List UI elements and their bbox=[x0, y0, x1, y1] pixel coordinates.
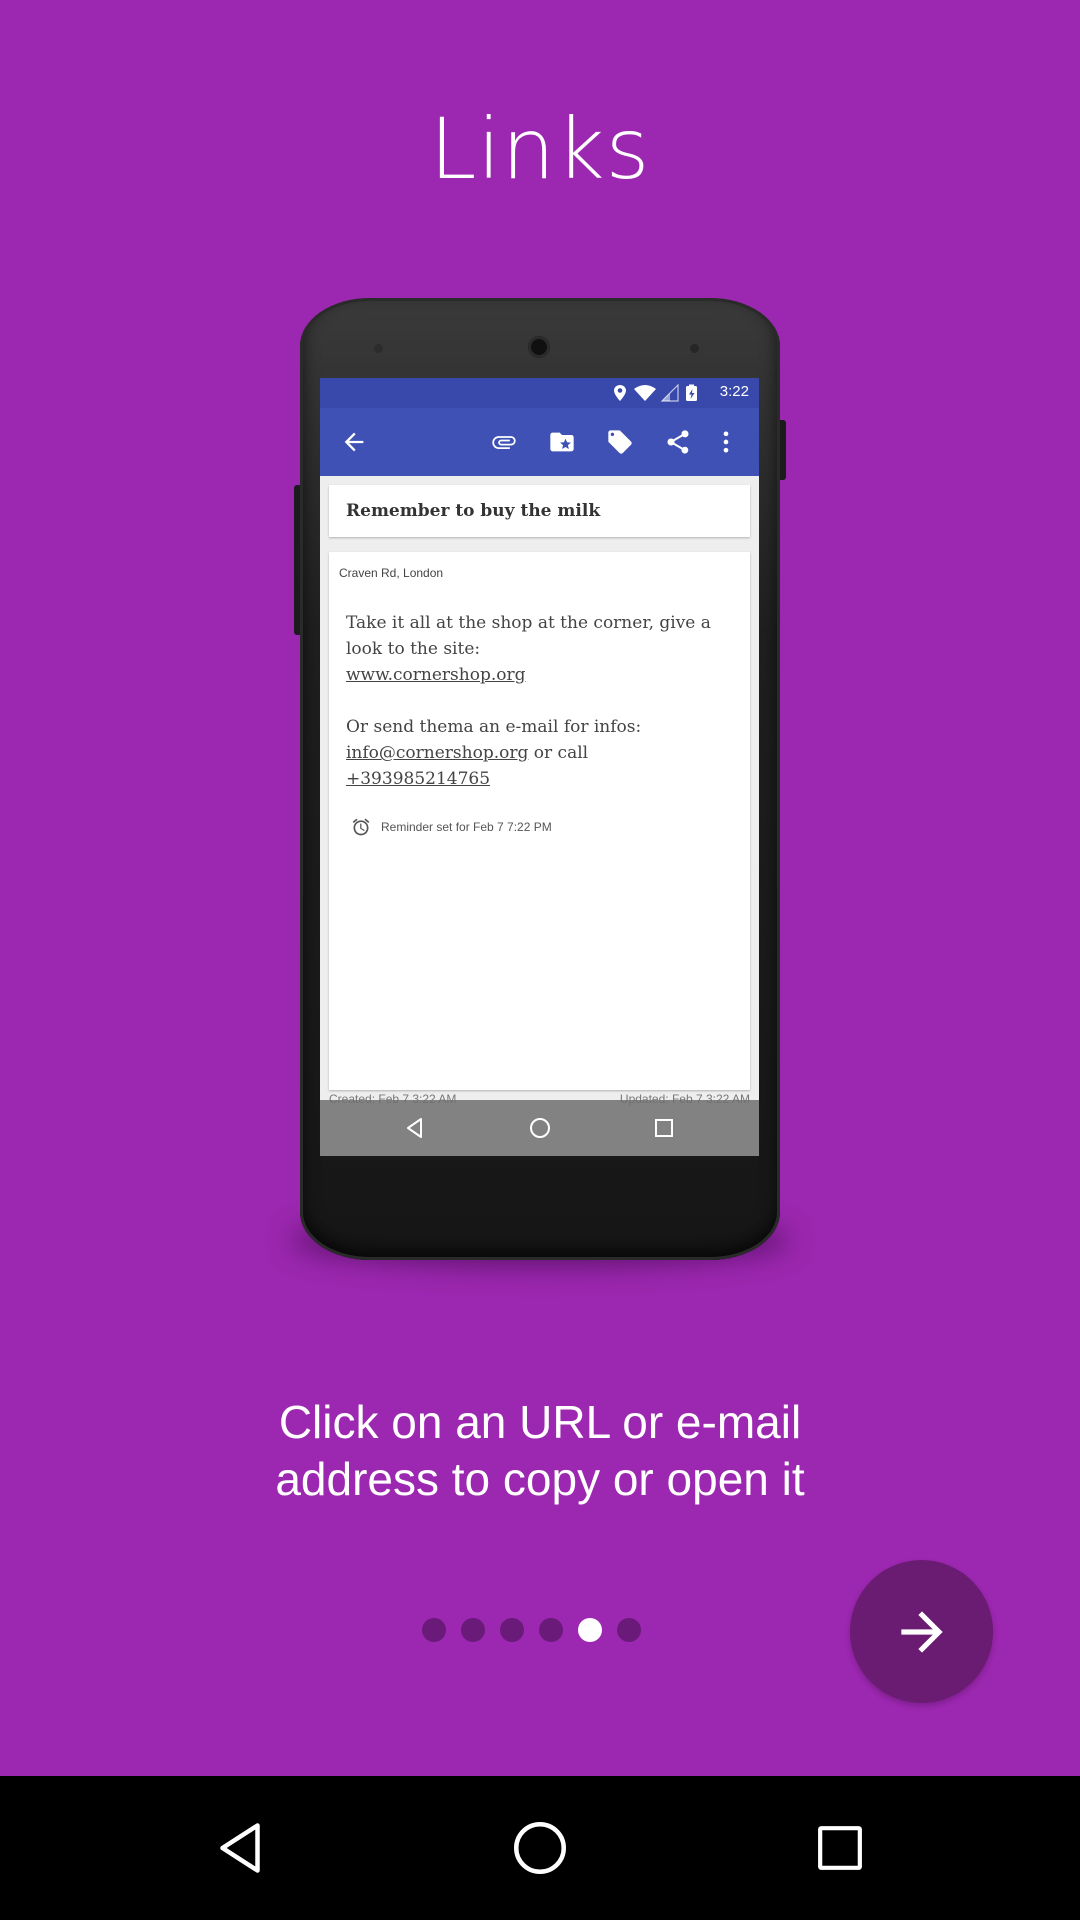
device-status-time: 3:22 bbox=[719, 383, 749, 400]
note-body-card: Craven Rd, London Take it all at the sho… bbox=[329, 552, 750, 1090]
caption-line: address to copy or open it bbox=[275, 1453, 805, 1505]
phone-camera bbox=[528, 336, 550, 358]
email-link: info@cornershop.org bbox=[346, 743, 529, 763]
onboarding-page: Links 3:22 Remember to buy the milk Crav… bbox=[0, 0, 1080, 1776]
phone-sensor bbox=[690, 344, 699, 353]
page-dot bbox=[500, 1618, 524, 1642]
page-dot bbox=[617, 1618, 641, 1642]
phone-link: +393985214765 bbox=[346, 769, 491, 789]
nav-home-button[interactable] bbox=[490, 1798, 590, 1898]
attachment-icon bbox=[492, 436, 516, 449]
arrow-right-icon bbox=[900, 1610, 943, 1653]
device-app-toolbar bbox=[320, 408, 759, 476]
note-text-line: Take it all at the shop at the corner, g… bbox=[346, 613, 711, 633]
wifi-icon bbox=[634, 385, 656, 401]
status-icons bbox=[614, 384, 697, 402]
page-dot-active bbox=[578, 1618, 602, 1642]
recents-square-icon bbox=[818, 1826, 862, 1870]
device-home-icon bbox=[530, 1118, 550, 1138]
device-back-icon bbox=[407, 1118, 422, 1138]
page-title: Links bbox=[429, 100, 651, 198]
site-link: www.cornershop.org bbox=[346, 665, 526, 685]
system-nav-bar bbox=[0, 1776, 1080, 1920]
more-vert-icon bbox=[723, 431, 729, 453]
note-text-line: Or send thema an e-mail for infos: bbox=[346, 717, 642, 737]
page-dot bbox=[461, 1618, 485, 1642]
home-circle-icon bbox=[514, 1822, 566, 1874]
note-title: Remember to buy the milk bbox=[346, 501, 601, 521]
phone-screen: 3:22 Remember to buy the milk Craven Rd,… bbox=[320, 378, 759, 1156]
note-text-line: look to the site: bbox=[346, 639, 481, 659]
page-dot bbox=[539, 1618, 563, 1642]
note-text-line: info@cornershop.org or call bbox=[346, 740, 741, 766]
caption-line: Click on an URL or e-mail bbox=[278, 1396, 802, 1448]
tag-icon bbox=[608, 430, 632, 454]
location-icon bbox=[614, 385, 626, 401]
phone-sensor bbox=[374, 344, 383, 353]
device-recents-icon bbox=[655, 1119, 673, 1137]
note-content: Take it all at the shop at the corner, g… bbox=[346, 610, 741, 792]
page-dot bbox=[422, 1618, 446, 1642]
share-icon bbox=[667, 430, 689, 454]
device-nav-bar bbox=[320, 1100, 759, 1156]
alarm-icon bbox=[352, 818, 370, 836]
onboarding-caption: Click on an URL or e-mail address to cop… bbox=[0, 1394, 1080, 1508]
back-triangle-icon bbox=[220, 1823, 260, 1873]
note-location: Craven Rd, London bbox=[339, 566, 444, 580]
folder-star-icon bbox=[550, 432, 574, 452]
note-title-card: Remember to buy the milk bbox=[329, 485, 750, 537]
device-status-bar: 3:22 bbox=[320, 378, 759, 408]
note-text-fragment: or call bbox=[528, 743, 589, 763]
nav-back-button[interactable] bbox=[190, 1798, 290, 1898]
reminder-text: Reminder set for Feb 7 7:22 PM bbox=[381, 820, 552, 834]
next-button[interactable] bbox=[850, 1560, 993, 1703]
nav-recents-button[interactable] bbox=[790, 1798, 890, 1898]
back-arrow-icon bbox=[344, 432, 364, 452]
